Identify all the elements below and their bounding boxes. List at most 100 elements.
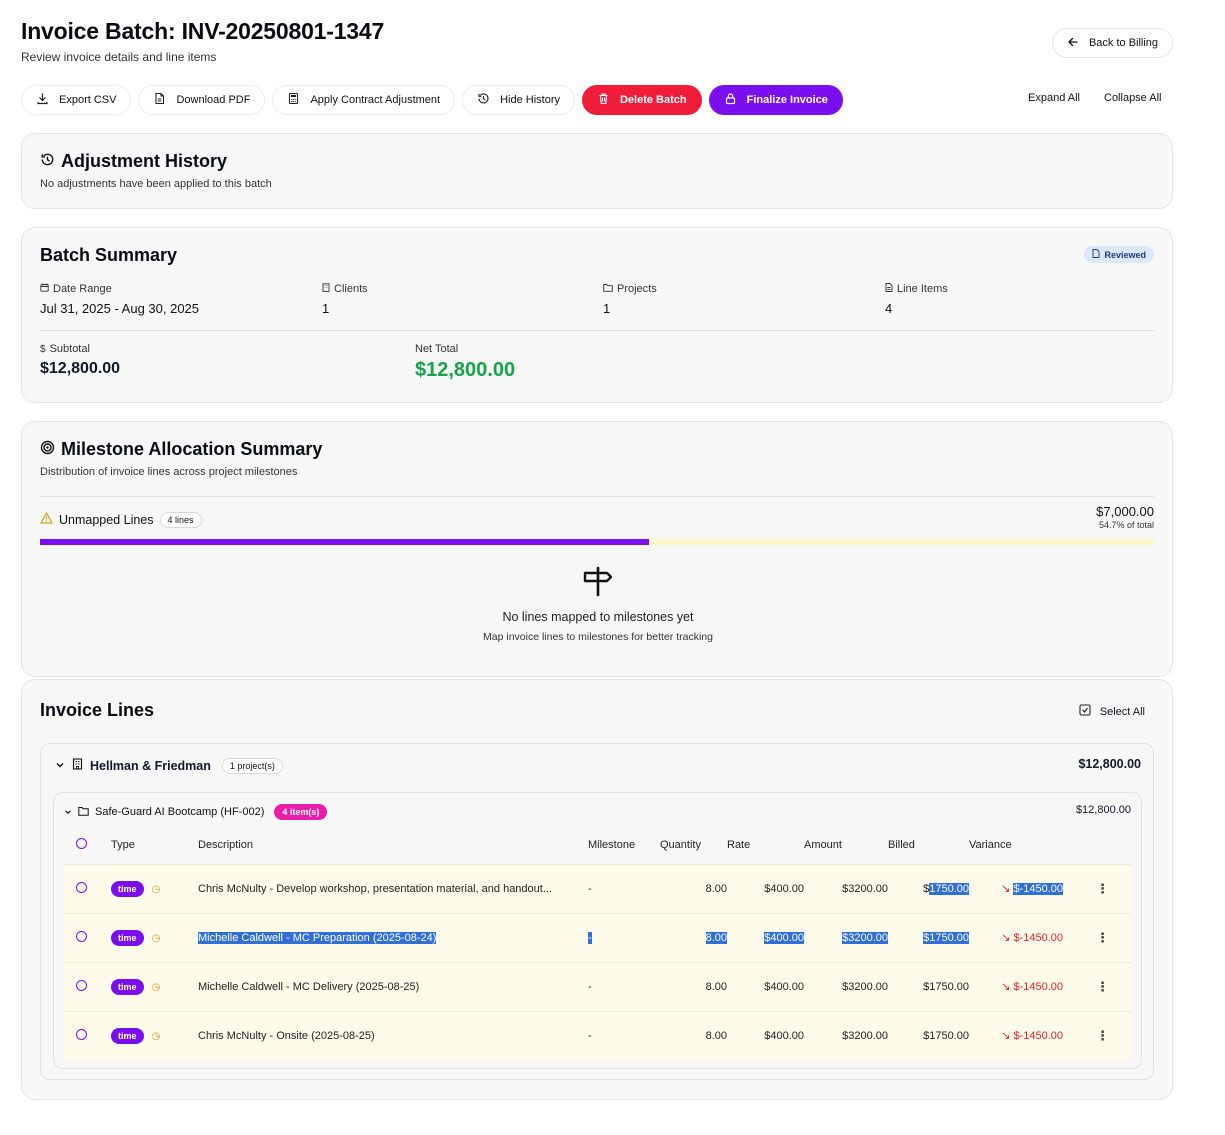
row-menu-icon[interactable]: ⋮ xyxy=(1096,881,1109,896)
select-all-button[interactable]: Select All xyxy=(1079,704,1145,719)
clients-value: 1 xyxy=(322,301,330,316)
row-menu-icon[interactable]: ⋮ xyxy=(1096,1028,1109,1043)
delete-batch-label: Delete Batch xyxy=(619,94,687,106)
summary-divider xyxy=(40,330,1154,331)
row-amount: $3200.00 xyxy=(804,863,888,913)
unmapped-progress-bar xyxy=(40,539,1154,545)
expand-all-button[interactable]: Expand All xyxy=(1028,92,1080,104)
row-quantity: 8.00 xyxy=(705,931,727,944)
row-select-radio[interactable] xyxy=(76,930,87,942)
type-badge: time xyxy=(111,1027,144,1044)
select-all-label: Select All xyxy=(1099,705,1145,718)
row-description: Chris McNulty - Develop workshop, presen… xyxy=(198,863,588,913)
delete-batch-button[interactable]: Delete Batch xyxy=(581,85,702,115)
history-icon: ◷ xyxy=(151,932,161,944)
table-row[interactable]: time ◷ Michelle Caldwell - MC Preparatio… xyxy=(63,912,1131,962)
chevron-down-icon xyxy=(55,757,65,775)
table-header-row: Type Description Milestone Quantity Rate… xyxy=(63,826,1131,864)
batch-summary-card: Batch Summary Reviewed Date Range Jul 31… xyxy=(21,227,1173,403)
row-billed: $1750.00 xyxy=(923,931,969,944)
calendar-icon xyxy=(40,283,49,295)
page-subtitle: Review invoice details and line items xyxy=(21,50,217,64)
arrow-left-icon xyxy=(1067,36,1079,51)
trending-down-icon: ↘ xyxy=(1001,981,1011,993)
adjustment-history-empty-text: No adjustments have been applied to this… xyxy=(40,178,272,190)
project-group-header[interactable]: Safe-Guard AI Bootcamp (HF-002) 4 item(s… xyxy=(64,803,328,821)
stat-net-total: Net Total $12,800.00 xyxy=(415,343,515,382)
line-items-label: Line Items xyxy=(897,283,948,295)
trash-icon xyxy=(597,92,610,108)
row-select-radio[interactable] xyxy=(76,979,87,991)
download-pdf-button[interactable]: Download PDF xyxy=(138,85,266,115)
projects-value: 1 xyxy=(603,301,611,316)
milestone-title: Milestone Allocation Summary xyxy=(61,439,323,459)
milestone-empty-subtitle: Map invoice lines to milestones for bett… xyxy=(483,631,713,643)
client-total: $12,800.00 xyxy=(1078,757,1141,771)
adjustment-history-card: Adjustment History No adjustments have b… xyxy=(21,133,1173,209)
dollar-icon: $ xyxy=(40,343,46,355)
target-icon xyxy=(40,439,55,460)
milestone-subtitle: Distribution of invoice lines across pro… xyxy=(40,466,298,478)
finalize-invoice-button[interactable]: Finalize Invoice xyxy=(708,85,843,115)
unmapped-percent: 54.7% of total xyxy=(1098,520,1154,530)
trending-down-icon: ↘ xyxy=(1001,883,1011,895)
folder-icon xyxy=(603,283,613,295)
row-select-radio[interactable] xyxy=(76,881,87,893)
stat-projects: Projects 1 xyxy=(603,283,657,316)
table-row[interactable]: time ◷ Chris McNulty - Onsite (2025-08-2… xyxy=(63,1010,1131,1060)
collapse-all-button[interactable]: Collapse All xyxy=(1104,92,1161,104)
subtotal-value: $12,800.00 xyxy=(40,360,121,377)
back-to-billing-button[interactable]: Back to Billing xyxy=(1052,28,1173,58)
type-badge: time xyxy=(111,880,144,897)
client-name: Hellman & Friedman xyxy=(90,759,211,773)
hide-history-button[interactable]: Hide History xyxy=(462,85,575,115)
file-text-icon xyxy=(885,283,893,295)
subtotal-label: Subtotal xyxy=(49,343,90,355)
export-csv-label: Export CSV xyxy=(59,94,117,106)
line-items-value: 4 xyxy=(885,301,893,316)
select-all-radio[interactable] xyxy=(76,837,87,849)
page-title: Invoice Batch: INV-20250801-1347 xyxy=(21,18,385,44)
col-milestone: Milestone xyxy=(588,838,636,851)
stat-line-items: Line Items 4 xyxy=(885,283,948,316)
export-csv-button[interactable]: Export CSV xyxy=(21,85,132,115)
col-type: Type xyxy=(111,838,135,851)
row-variance-value: $-1450.00 xyxy=(1013,883,1063,895)
invoice-lines-title: Invoice Lines xyxy=(40,700,155,720)
row-billed: $1750.00 xyxy=(888,1010,969,1060)
row-rate: $400.00 xyxy=(727,863,804,913)
history-icon: ◷ xyxy=(151,981,161,993)
row-variance: $-1450.00 xyxy=(1013,1030,1063,1043)
row-quantity: 8.00 xyxy=(660,863,727,913)
calculator-icon xyxy=(287,92,300,108)
row-milestone: - xyxy=(588,863,660,913)
invoice-lines-table-wrap: Type Description Milestone Quantity Rate… xyxy=(63,826,1131,1060)
row-description: Chris McNulty - Onsite (2025-08-25) xyxy=(198,1010,588,1060)
table-row[interactable]: time ◷ Michelle Caldwell - MC Delivery (… xyxy=(63,961,1131,1011)
table-row[interactable]: time ◷ Chris McNulty - Develop workshop,… xyxy=(63,863,1131,913)
history-icon: ◷ xyxy=(151,1030,161,1042)
row-billed: $1750.00 xyxy=(888,863,969,913)
hide-history-label: Hide History xyxy=(500,94,560,106)
checkbox-icon xyxy=(1079,704,1091,719)
row-rate: $400.00 xyxy=(727,961,804,1011)
history-icon: ◷ xyxy=(151,883,161,895)
stat-date-range: Date Range Jul 31, 2025 - Aug 30, 2025 xyxy=(40,283,199,316)
unmapped-lines-row: Unmapped Lines 4 lines xyxy=(40,511,202,529)
download-pdf-label: Download PDF xyxy=(176,94,251,106)
apply-contract-adjustment-button[interactable]: Apply Contract Adjustment xyxy=(272,85,456,115)
project-group: Safe-Guard AI Bootcamp (HF-002) 4 item(s… xyxy=(53,792,1142,1069)
row-milestone: - xyxy=(588,1010,660,1060)
adjustment-history-title-row: Adjustment History xyxy=(40,151,272,172)
row-variance: $-1450.00 xyxy=(1013,932,1063,944)
file-icon xyxy=(1092,249,1100,260)
row-menu-icon[interactable]: ⋮ xyxy=(1096,979,1109,994)
row-rate: $400.00 xyxy=(764,931,804,944)
row-quantity: 8.00 xyxy=(660,1010,727,1060)
row-menu-icon[interactable]: ⋮ xyxy=(1096,930,1109,945)
row-select-radio[interactable] xyxy=(76,1028,87,1040)
invoice-lines-card: Invoice Lines Select All Hellman & Fried… xyxy=(21,679,1173,1100)
client-group-header[interactable]: Hellman & Friedman 1 project(s) xyxy=(55,757,283,775)
type-badge: time xyxy=(111,978,144,995)
row-milestone: - xyxy=(588,961,660,1011)
